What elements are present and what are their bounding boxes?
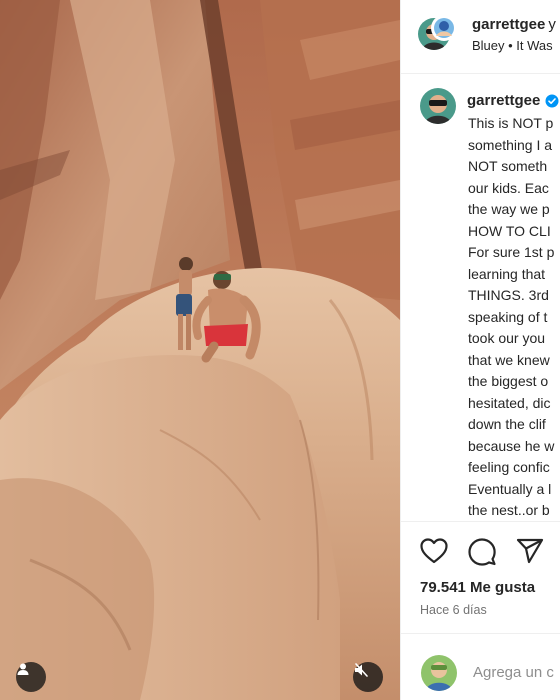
- caption-line: the biggest o: [468, 373, 549, 389]
- caption-line: hesitated, dic: [468, 394, 551, 411]
- caption-line: THINGS. 3rd: [468, 287, 549, 303]
- caption-username[interactable]: garrettgee: [467, 92, 559, 109]
- caption-line: feeling confic: [468, 459, 550, 475]
- heart-icon[interactable]: [420, 538, 448, 564]
- caption-line: down the clif: [468, 416, 546, 432]
- profile-photo: [420, 88, 456, 124]
- tag-people-button[interactable]: [16, 662, 46, 692]
- comment-icon[interactable]: [468, 538, 496, 566]
- collaborator-photo: [434, 18, 454, 38]
- caption-line: because he w: [468, 437, 555, 454]
- caption-line: Eventually a l: [468, 480, 552, 497]
- caption-text: This is NOT p something I a NOT someth our …: [468, 113, 560, 522]
- canyon-scene-image: [0, 0, 400, 700]
- caption-line: something I a: [468, 136, 553, 153]
- post-side-panel: garrettgee y Bluey • It Was garrettgee Th…: [400, 0, 560, 700]
- post-video[interactable]: [0, 0, 400, 700]
- caption-line: This is NOT p: [468, 115, 554, 131]
- caption-line: our kids. Eac: [468, 179, 549, 196]
- paper-plane-icon[interactable]: [516, 538, 544, 564]
- caption-line: NOT someth: [468, 158, 548, 174]
- header-username[interactable]: garrettgee y: [472, 16, 556, 33]
- caption-line: speaking of t: [468, 308, 548, 325]
- header-separator: y: [548, 16, 556, 33]
- caption-line: HOW TO CLI: [468, 222, 551, 239]
- caption-line: took our you: [468, 330, 546, 346]
- muted-speaker-icon: [355, 663, 368, 677]
- caption-line: that we knew: [468, 351, 550, 368]
- caption-line: For sure 1st p: [468, 244, 555, 260]
- divider: [401, 633, 560, 634]
- verified-badge-icon: [545, 94, 559, 107]
- caption-line: the way we p: [468, 201, 550, 217]
- viewer-avatar: [421, 655, 457, 691]
- user-tag-icon: [17, 663, 29, 675]
- likes-count[interactable]: 79.541 Me gusta: [420, 579, 535, 596]
- mute-toggle-button[interactable]: [353, 662, 383, 692]
- caption-author-avatar[interactable]: [420, 88, 456, 124]
- caption-line: the nest..or b: [468, 502, 550, 518]
- collaborator-avatar[interactable]: [431, 15, 457, 41]
- divider: [401, 521, 560, 522]
- comment-input[interactable]: [473, 664, 560, 681]
- post-header: garrettgee y Bluey • It Was: [401, 0, 560, 74]
- viewer-photo: [421, 655, 457, 691]
- post-timestamp[interactable]: Hace 6 días: [420, 603, 487, 617]
- caption-line: learning that: [468, 265, 546, 282]
- music-label[interactable]: Bluey • It Was: [472, 38, 553, 53]
